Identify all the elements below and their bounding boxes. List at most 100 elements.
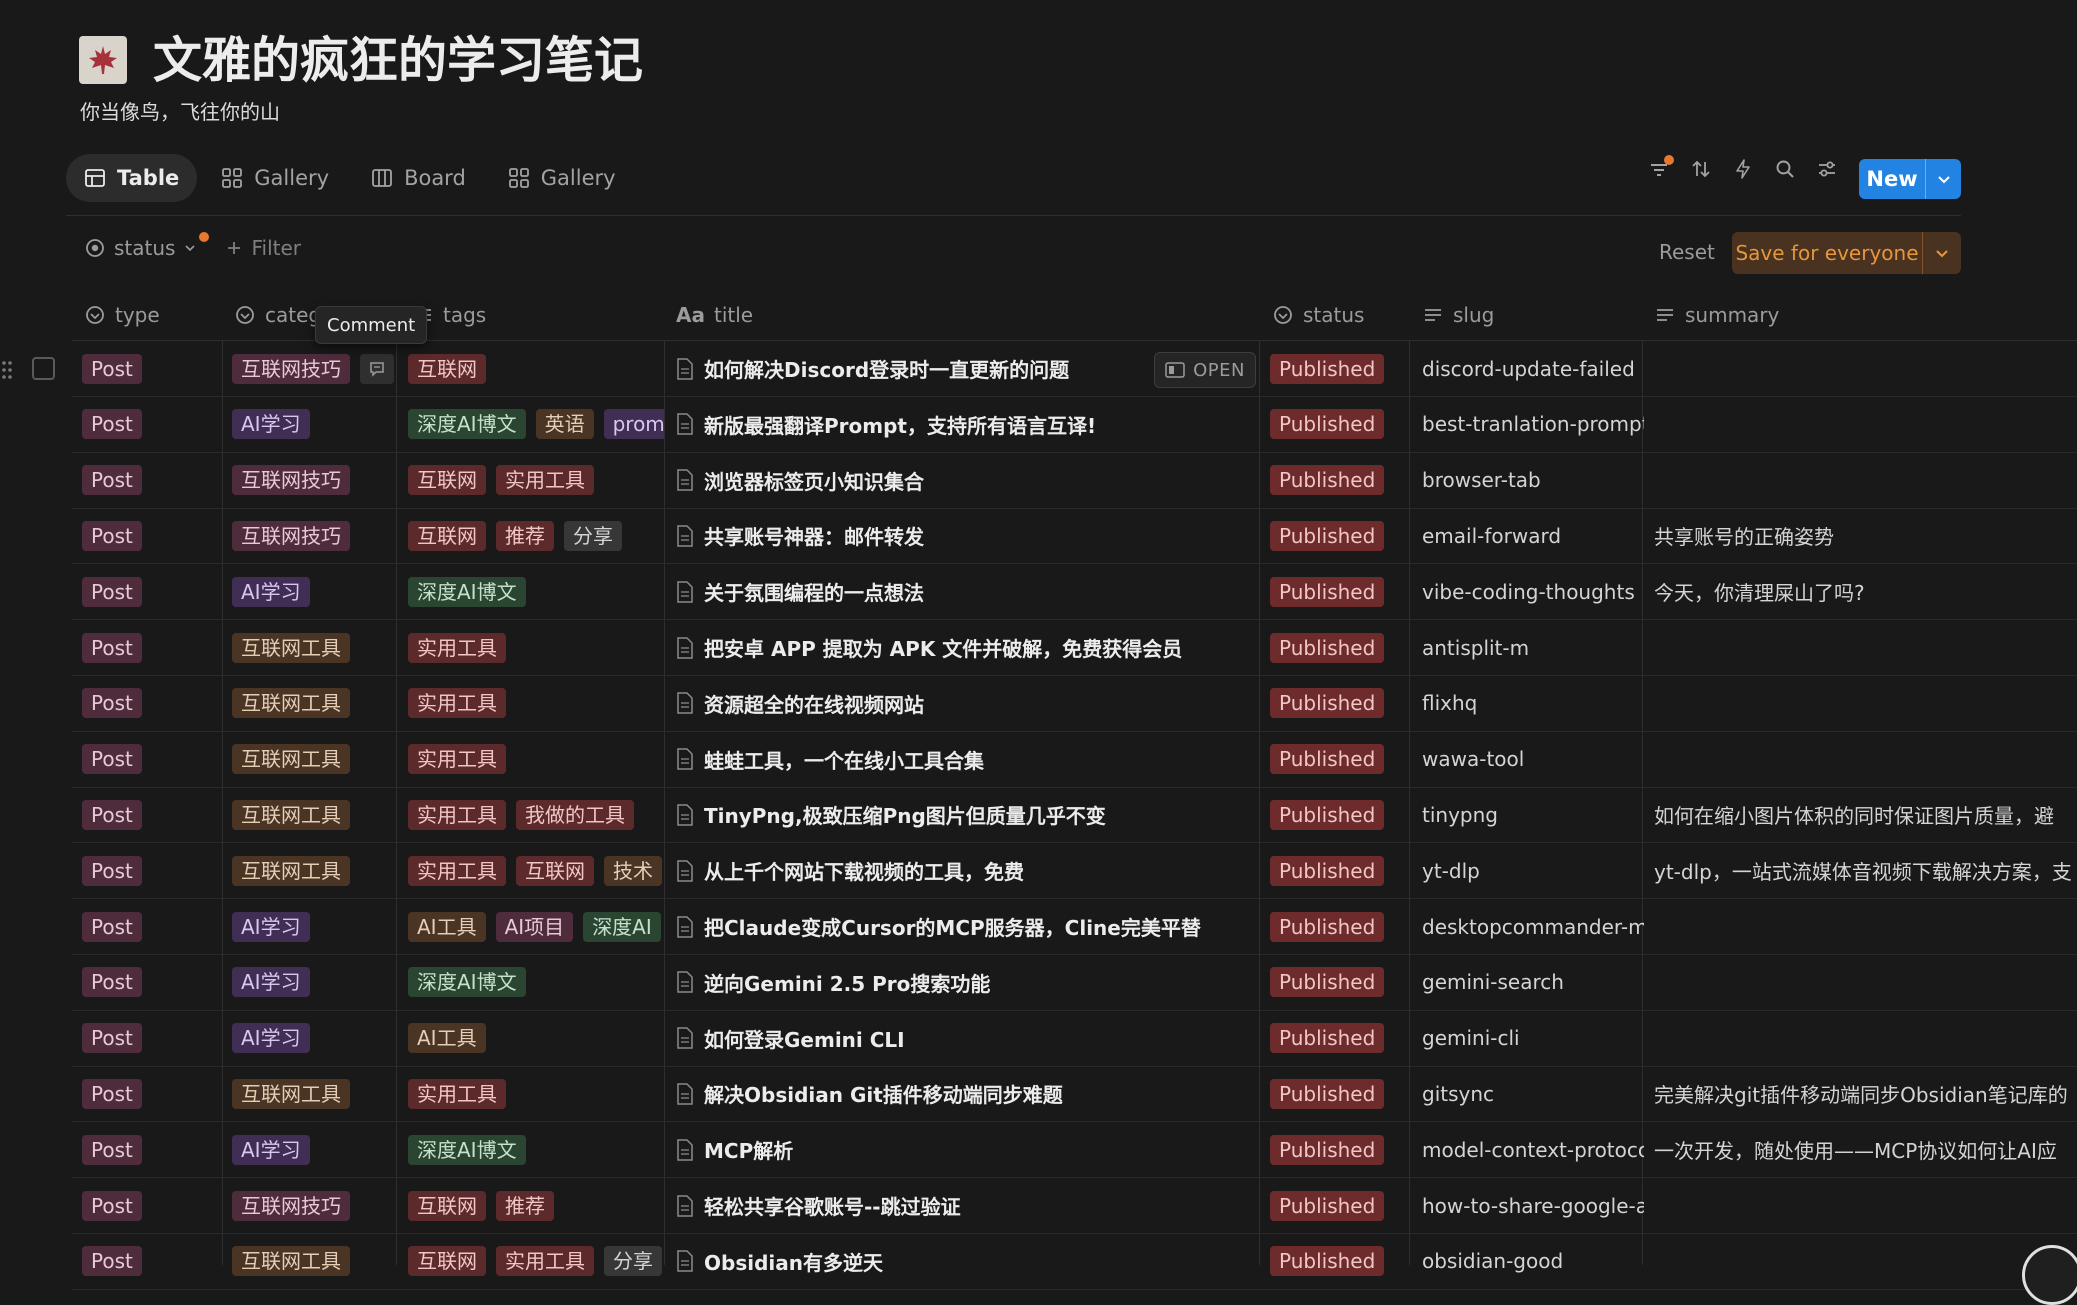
column-header-slug[interactable]: slug <box>1422 290 1494 340</box>
cell-summary[interactable] <box>1654 1178 2077 1233</box>
cell-tags[interactable]: 深度AI博文 <box>408 564 664 619</box>
cell-slug[interactable]: gemini-cli <box>1422 1011 1644 1066</box>
tab-table[interactable]: Table <box>66 154 198 202</box>
cell-summary[interactable] <box>1654 1234 2077 1289</box>
cell-status[interactable]: Published <box>1270 397 1410 452</box>
table-row[interactable]: Post 互联网工具 实用工具 资源超全的在线视频网站 Published flixhq <box>72 676 2077 732</box>
cell-title[interactable]: 从上千个网站下载视频的工具，免费 <box>676 843 1266 898</box>
table-row[interactable]: Post 互联网工具 实用工具 把安卓 APP 提取为 APK 文件并破解，免费获得会… <box>72 620 2077 676</box>
cell-status[interactable]: Published <box>1270 1234 1410 1289</box>
cell-status[interactable]: Published <box>1270 1011 1410 1066</box>
cell-title[interactable]: 资源超全的在线视频网站 <box>676 676 1266 731</box>
tab-gallery[interactable]: Gallery <box>203 154 347 202</box>
cell-type[interactable]: Post <box>82 1011 222 1066</box>
cell-type[interactable]: Post <box>82 1178 222 1233</box>
page-title-link[interactable]: 解决Obsidian Git插件移动端同步难题 <box>704 1079 1063 1108</box>
new-button[interactable]: New <box>1859 159 1961 199</box>
drag-handle[interactable] <box>0 358 14 386</box>
table-row[interactable]: Post 互联网工具 实用工具 蛙蛙工具，一个在线小工具合集 Published wawa… <box>72 732 2077 788</box>
cell-slug[interactable]: how-to-share-google-ac <box>1422 1178 1644 1233</box>
cell-title[interactable]: 关于氛围编程的一点想法 <box>676 564 1266 619</box>
page-title-link[interactable]: 从上千个网站下载视频的工具，免费 <box>704 856 1024 885</box>
cell-summary[interactable]: 一次开发，随处使用——MCP协议如何让AI应 <box>1654 1122 2077 1177</box>
cell-slug[interactable]: flixhq <box>1422 676 1644 731</box>
cell-type[interactable]: Post <box>82 508 222 563</box>
cell-tags[interactable]: 互联网 推荐 分享 <box>408 508 664 563</box>
cell-tags[interactable]: AI工具 <box>408 1011 664 1066</box>
page-title-link[interactable]: 资源超全的在线视频网站 <box>704 689 924 718</box>
add-filter-button[interactable]: Filter <box>225 236 301 260</box>
page-icon[interactable] <box>79 36 127 84</box>
cell-tags[interactable]: 深度AI博文 <box>408 955 664 1010</box>
cell-tags[interactable]: 互联网 <box>408 341 664 396</box>
cell-tags[interactable]: 实用工具 <box>408 676 664 731</box>
table-row[interactable]: Post AI学习 深度AI博文 MCP解析 Published model-contex… <box>72 1122 2077 1179</box>
cell-slug[interactable]: discord-update-failed <box>1422 341 1644 396</box>
cell-title[interactable]: 共享账号神器：邮件转发 <box>676 508 1266 563</box>
cell-summary[interactable]: 完美解决git插件移动端同步Obsidian笔记库的 <box>1654 1066 2077 1121</box>
page-title-link[interactable]: 如何登录Gemini CLI <box>704 1024 905 1053</box>
cell-slug[interactable]: yt-dlp <box>1422 843 1644 898</box>
table-row[interactable]: Post 互联网工具 实用工具 我做的工具 TinyPng,极致压缩Png图片但质量几乎… <box>72 787 2077 844</box>
cell-tags[interactable]: 互联网 实用工具 <box>408 453 664 508</box>
cell-title[interactable]: 浏览器标签页小知识集合 <box>676 453 1266 508</box>
cell-title[interactable]: 轻松共享谷歌账号--跳过验证 <box>676 1178 1266 1233</box>
cell-summary[interactable] <box>1654 397 2077 452</box>
cell-title[interactable]: Obsidian有多逆天 <box>676 1234 1266 1289</box>
search-button[interactable] <box>1774 158 1796 180</box>
cell-type[interactable]: Post <box>82 453 222 508</box>
page-title-link[interactable]: 逆向Gemini 2.5 Pro搜索功能 <box>704 968 990 997</box>
cell-summary[interactable]: 共享账号的正确姿势 <box>1654 508 2077 563</box>
cell-status[interactable]: Published <box>1270 843 1410 898</box>
tab-gallery-2[interactable]: Gallery <box>490 154 634 202</box>
cell-summary[interactable] <box>1654 899 2077 954</box>
page-title-link[interactable]: TinyPng,极致压缩Png图片但质量几乎不变 <box>704 800 1106 829</box>
cell-type[interactable]: Post <box>82 787 222 842</box>
page-title-link[interactable]: 如何解决Discord登录时一直更新的问题 <box>704 354 1069 383</box>
cell-type[interactable]: Post <box>82 899 222 954</box>
page-title-link[interactable]: 共享账号神器：邮件转发 <box>704 521 924 550</box>
cell-tags[interactable]: 互联网 推荐 <box>408 1178 664 1233</box>
cell-slug[interactable]: obsidian-good <box>1422 1234 1644 1289</box>
table-row[interactable]: Post 互联网工具 实用工具 互联网 技术 从上千个网站下载视频的工具，免费 Publis… <box>72 843 2077 900</box>
cell-summary[interactable]: 今天，你清理屎山了吗? <box>1654 564 2077 619</box>
help-button[interactable] <box>2022 1245 2077 1305</box>
cell-summary[interactable] <box>1654 620 2077 675</box>
save-for-everyone-button[interactable]: Save for everyone <box>1732 232 1961 274</box>
column-header-status[interactable]: status <box>1272 290 1364 340</box>
page-title-link[interactable]: 轻松共享谷歌账号--跳过验证 <box>704 1191 961 1220</box>
cell-title[interactable]: 如何解决Discord登录时一直更新的问题 OPEN <box>676 341 1266 396</box>
filter-button[interactable] <box>1648 155 1674 180</box>
reset-button[interactable]: Reset <box>1659 240 1715 264</box>
cell-summary[interactable] <box>1654 955 2077 1010</box>
table-row[interactable]: Post AI学习 AI工具 AI项目 深度AI 把Claude变成Cursor的MCP服… <box>72 899 2077 955</box>
cell-status[interactable]: Published <box>1270 453 1410 508</box>
table-row[interactable]: Post AI学习 AI工具 如何登录Gemini CLI Published gemin… <box>72 1011 2077 1067</box>
cell-tags[interactable]: 实用工具 我做的工具 <box>408 787 664 842</box>
sort-button[interactable] <box>1690 158 1712 180</box>
page-title-link[interactable]: 把安卓 APP 提取为 APK 文件并破解，免费获得会员 <box>704 633 1182 662</box>
cell-type[interactable]: Post <box>82 676 222 731</box>
cell-slug[interactable]: wawa-tool <box>1422 732 1644 787</box>
cell-type[interactable]: Post <box>82 341 222 396</box>
page-title-link[interactable]: 蛙蛙工具，一个在线小工具合集 <box>704 745 984 774</box>
cell-status[interactable]: Published <box>1270 787 1410 842</box>
cell-slug[interactable]: browser-tab <box>1422 453 1644 508</box>
table-row[interactable]: Post AI学习 深度AI博文 英语 prom 新版最强翻译Prompt，支持所有语言互… <box>72 397 2077 453</box>
table-row[interactable]: Post 互联网工具 互联网 实用工具 分享 Obsidian有多逆天 Published o… <box>72 1234 2077 1290</box>
cell-tags[interactable]: 实用工具 <box>408 732 664 787</box>
cell-title[interactable]: 蛙蛙工具，一个在线小工具合集 <box>676 732 1266 787</box>
cell-tags[interactable]: 深度AI博文 <box>408 1122 664 1177</box>
cell-type[interactable]: Post <box>82 732 222 787</box>
automation-button[interactable] <box>1732 158 1754 180</box>
cell-type[interactable]: Post <box>82 955 222 1010</box>
table-row[interactable]: Post 互联网工具 实用工具 解决Obsidian Git插件移动端同步难题 Publ… <box>72 1066 2077 1123</box>
cell-status[interactable]: Published <box>1270 955 1410 1010</box>
column-header-summary[interactable]: summary <box>1654 290 1779 340</box>
cell-summary[interactable] <box>1654 1011 2077 1066</box>
cell-type[interactable]: Post <box>82 1066 222 1121</box>
cell-summary[interactable] <box>1654 341 2077 396</box>
cell-slug[interactable]: gitsync <box>1422 1066 1644 1121</box>
cell-tags[interactable]: 深度AI博文 英语 prom <box>408 397 664 452</box>
cell-title[interactable]: TinyPng,极致压缩Png图片但质量几乎不变 <box>676 787 1266 842</box>
